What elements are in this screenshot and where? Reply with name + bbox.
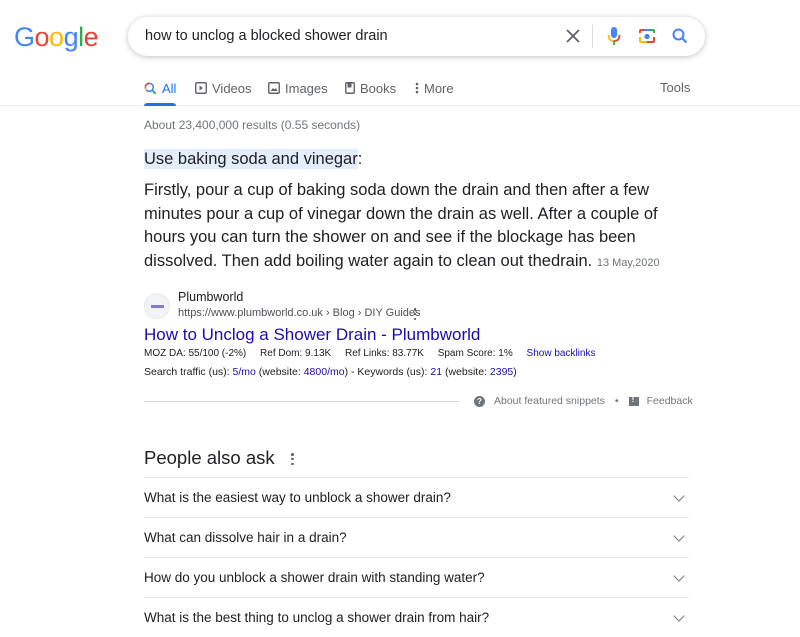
moz-da: MOZ DA: 55/100 (-2%): [144, 348, 247, 359]
keywords-link[interactable]: 21: [430, 366, 442, 378]
snippet-heading-suffix: :: [357, 150, 363, 168]
people-also-ask-title: People also ask: [144, 447, 275, 468]
featured-snippet-heading: Use baking soda and vinegar:: [144, 149, 363, 169]
moz-metrics: MOZ DA: 55/100 (-2%) Ref Dom: 9.13K Ref …: [144, 348, 595, 359]
feedback-link[interactable]: Feedback: [647, 395, 693, 407]
chevron-down-icon: [673, 490, 685, 502]
snippet-highlight: Use baking soda and vinegar: [144, 149, 358, 169]
website-label: (website:: [442, 366, 490, 378]
tab-more[interactable]: More: [415, 78, 454, 98]
chevron-down-icon: [673, 530, 685, 542]
paa-question[interactable]: How do you unblock a shower drain with s…: [144, 557, 689, 597]
tab-label: More: [424, 80, 454, 96]
site-url[interactable]: https://www.plumbworld.co.uk › Blog › DI…: [178, 307, 421, 319]
site-name[interactable]: Plumbworld: [178, 290, 243, 304]
clear-icon[interactable]: [561, 24, 585, 48]
feedback-icon: [628, 395, 639, 406]
help-icon: ?: [474, 395, 485, 407]
play-icon: [195, 82, 207, 94]
logo-letter: G: [14, 22, 35, 52]
search-traffic: Search traffic (us): 5/mo (website: 4800…: [144, 366, 517, 378]
paa-question[interactable]: What is the best thing to unclog a showe…: [144, 597, 689, 637]
site-favicon[interactable]: [144, 293, 170, 319]
logo-letter: o: [34, 22, 50, 52]
logo-letter: g: [63, 22, 79, 52]
result-title-link[interactable]: How to Unclog a Shower Drain - Plumbworl…: [144, 325, 480, 345]
moz-ref-dom: Ref Dom: 9.13K: [260, 348, 332, 359]
snippet-footer: ? About featured snippets • Feedback: [474, 395, 693, 407]
page-traffic-link[interactable]: 5/mo: [233, 366, 256, 378]
moz-ref-links: Ref Links: 83.77K: [344, 348, 424, 359]
snippet-date: 13 May,2020: [596, 257, 660, 270]
keywords-label: ) - Keywords (us):: [344, 366, 431, 378]
about-featured-snippets-link[interactable]: About featured snippets: [494, 395, 605, 407]
search-divider: [592, 25, 593, 48]
paa-question[interactable]: What is the easiest way to unblock a sho…: [144, 477, 689, 517]
moz-spam-score: Spam Score: 1%: [437, 348, 513, 359]
tab-label: Videos: [212, 80, 252, 96]
favicon-mark: [150, 304, 164, 308]
logo-letter: e: [83, 22, 99, 52]
question-text: How do you unblock a shower drain with s…: [144, 570, 485, 585]
more-options-icon[interactable]: [291, 453, 295, 465]
traffic-label: Search traffic (us):: [144, 366, 233, 378]
people-also-ask-list: What is the easiest way to unblock a sho…: [144, 477, 689, 637]
search-icon[interactable]: [668, 24, 692, 48]
camera-lens-icon[interactable]: [635, 24, 659, 48]
image-icon: [268, 82, 280, 94]
tab-label: Images: [285, 80, 328, 96]
website-keywords-link[interactable]: 2395: [490, 366, 513, 378]
search-icon: [144, 82, 157, 94]
divider: [144, 401, 460, 402]
website-traffic-link[interactable]: 4800/mo: [304, 366, 345, 378]
logo-letter: o: [49, 22, 64, 52]
featured-snippet-body: Firstly, pour a cup of baking soda down …: [144, 179, 689, 276]
more-options-icon[interactable]: [411, 307, 419, 321]
tab-videos[interactable]: Videos: [195, 78, 252, 98]
snippet-text: Firstly, pour a cup of baking soda down …: [144, 181, 658, 271]
paa-question[interactable]: What can dissolve hair in a drain?: [144, 517, 689, 557]
website-label: (website:: [255, 366, 304, 378]
tab-images[interactable]: Images: [268, 78, 328, 98]
tab-all[interactable]: All: [144, 78, 177, 106]
separator-dot: •: [614, 395, 619, 407]
microphone-icon[interactable]: [602, 24, 626, 48]
chevron-down-icon: [673, 610, 685, 622]
question-text: What is the best thing to unclog a showe…: [144, 610, 490, 625]
book-icon: [345, 82, 355, 94]
tab-label: Books: [360, 80, 397, 96]
more-vert-icon: [415, 82, 419, 94]
chevron-down-icon: [673, 570, 685, 582]
question-text: What is the easiest way to unblock a sho…: [144, 490, 451, 505]
search-input[interactable]: how to unclog a blocked shower drain: [145, 28, 388, 44]
tab-label: All: [162, 80, 177, 96]
search-box[interactable]: how to unclog a blocked shower drain: [128, 17, 705, 56]
tools-button[interactable]: Tools: [660, 80, 690, 95]
tab-books[interactable]: Books: [345, 78, 396, 98]
close-paren: ): [513, 366, 517, 378]
google-logo[interactable]: Google: [14, 22, 99, 53]
header: Google how to unclog a blocked shower dr…: [0, 0, 800, 106]
show-backlinks-link[interactable]: Show backlinks: [527, 348, 596, 359]
result-stats: About 23,400,000 results (0.55 seconds): [144, 118, 361, 132]
question-text: What can dissolve hair in a drain?: [144, 530, 347, 545]
